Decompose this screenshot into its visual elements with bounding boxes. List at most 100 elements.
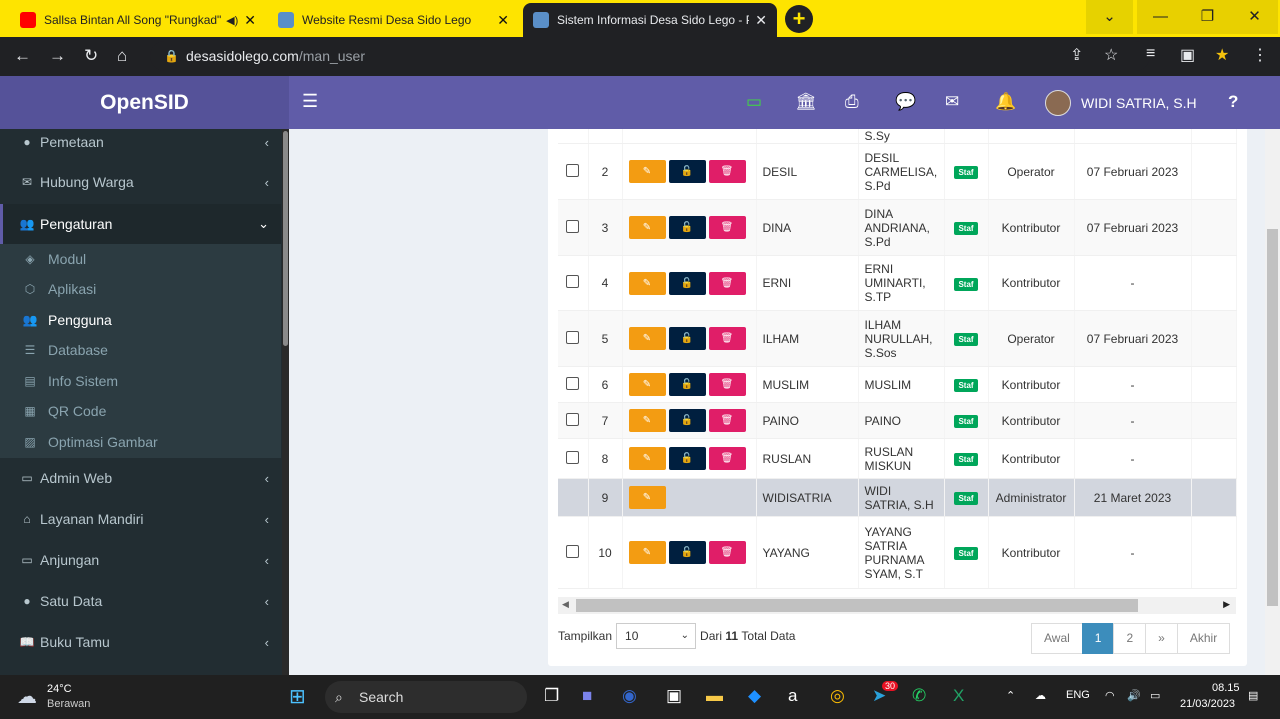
lock-button[interactable]: 🔓 xyxy=(668,447,706,470)
row-checkbox[interactable] xyxy=(566,412,580,426)
edge-icon[interactable]: ◉ xyxy=(622,686,637,706)
lock-button[interactable]: 🔓 xyxy=(668,216,706,239)
delete-button[interactable]: 🗑 xyxy=(708,160,746,183)
dropbox-icon[interactable]: ◆ xyxy=(748,686,761,706)
wifi-icon[interactable]: ◠ xyxy=(1105,689,1115,702)
hamburger-menu-icon[interactable]: ☰ xyxy=(302,91,318,112)
row-checkbox[interactable] xyxy=(566,330,580,344)
close-window-button[interactable]: ✕ xyxy=(1231,0,1278,34)
sidebar-subitem-aplikasi[interactable]: ⬡ Aplikasi xyxy=(0,274,281,304)
store-icon[interactable]: ▣ xyxy=(666,686,682,706)
sidebar-item-hubung-warga[interactable]: ✉ Hubung Warga ‹ xyxy=(0,162,281,202)
delete-button[interactable]: 🗑 xyxy=(708,541,746,564)
lock-button[interactable]: 🔓 xyxy=(668,327,706,350)
clock-date[interactable]: 21/03/2023 xyxy=(1180,698,1235,710)
close-tab-icon[interactable]: ✕ xyxy=(755,12,767,29)
tab-search-icon[interactable]: ⌄ xyxy=(1086,0,1133,34)
chat-icon[interactable]: 💬 xyxy=(895,92,916,112)
scroll-left-icon[interactable]: ◀ xyxy=(562,599,569,610)
chrome-icon[interactable]: ◎ xyxy=(830,686,845,706)
bank-icon[interactable]: 🏛 xyxy=(795,92,817,112)
lock-button[interactable]: 🔓 xyxy=(668,271,706,295)
lock-button[interactable]: 🔓 xyxy=(668,409,706,432)
chevron-up-icon[interactable]: ⌃ xyxy=(1006,689,1015,702)
reload-icon[interactable]: ↻ xyxy=(84,46,98,66)
row-checkbox[interactable] xyxy=(566,163,580,177)
delete-button[interactable]: 🗑 xyxy=(708,271,746,295)
lock-button[interactable]: 🔓 xyxy=(668,541,706,564)
sidebar-item-pemetaan[interactable]: ● Pemetaan ‹ xyxy=(0,129,281,162)
sidebar-subitem-modul[interactable]: ◈ Modul xyxy=(0,244,281,274)
scroll-right-icon[interactable]: ▶ xyxy=(1223,599,1230,610)
sidebar-subitem-qr-code[interactable]: ▦ QR Code xyxy=(0,396,281,426)
sidebar-item-pengaturan[interactable]: 👥 Pengaturan ⌄ xyxy=(0,204,281,244)
forward-icon[interactable]: → xyxy=(49,46,66,66)
sidebar-item-satu-data[interactable]: ● Satu Data ‹ xyxy=(0,581,281,621)
tab-sistem-informasi[interactable]: Sistem Informasi Desa Sido Lego - Penggu… xyxy=(523,3,777,37)
sidebar-item-anjungan[interactable]: ▭ Anjungan ‹ xyxy=(0,540,281,580)
delete-button[interactable]: 🗑 xyxy=(708,216,746,239)
teams-icon[interactable]: ■ xyxy=(582,686,592,706)
row-checkbox[interactable] xyxy=(566,450,580,464)
edit-button[interactable]: ✎ xyxy=(628,271,666,295)
home-icon[interactable]: ⌂ xyxy=(117,46,127,66)
weather-desc[interactable]: Berawan xyxy=(47,698,90,710)
row-checkbox[interactable] xyxy=(566,544,580,558)
row-checkbox[interactable] xyxy=(566,376,580,390)
windows-start-icon[interactable]: ⊞ xyxy=(289,684,306,709)
extension-star-icon[interactable]: ★ xyxy=(1215,45,1229,65)
user-menu[interactable]: WIDI SATRIA, S.H xyxy=(1045,89,1197,116)
page-1[interactable]: 1 xyxy=(1081,623,1115,654)
delete-button[interactable]: 🗑 xyxy=(708,327,746,350)
sidebar-subitem-info-sistem[interactable]: ▤ Info Sistem xyxy=(0,366,281,396)
brand-logo[interactable]: OpenSID xyxy=(0,76,289,129)
amazon-icon[interactable]: a xyxy=(788,686,797,706)
close-tab-icon[interactable]: ✕ xyxy=(244,12,256,29)
sidebar-item-admin-web[interactable]: ▭ Admin Web ‹ xyxy=(0,458,281,498)
restore-button[interactable]: ❐ xyxy=(1184,0,1231,34)
clock-time[interactable]: 08.15 xyxy=(1212,682,1240,694)
sidebar-subitem-optimasi-gambar[interactable]: ▨ Optimasi Gambar xyxy=(0,427,281,457)
lock-button[interactable]: 🔓 xyxy=(668,160,706,183)
battery-icon[interactable]: ▭ xyxy=(746,92,762,112)
share-icon[interactable]: ⇪ xyxy=(1070,45,1083,65)
edit-button[interactable]: ✎ xyxy=(628,486,666,509)
new-tab-button[interactable]: + xyxy=(785,5,813,33)
page-next[interactable]: » xyxy=(1145,623,1178,654)
mail-icon[interactable]: ✉ xyxy=(945,92,959,112)
help-icon[interactable]: ? xyxy=(1228,92,1238,112)
whatsapp-icon[interactable]: ✆ xyxy=(912,686,926,706)
edit-button[interactable]: ✎ xyxy=(628,160,666,183)
delete-button[interactable]: 🗑 xyxy=(708,409,746,432)
close-tab-icon[interactable]: ✕ xyxy=(497,12,509,29)
sidebar-scrollbar[interactable] xyxy=(282,129,289,675)
notification-icon[interactable]: ▤ xyxy=(1248,689,1258,702)
speaker-icon[interactable]: ◀) xyxy=(226,14,238,27)
horizontal-scrollbar[interactable]: ◀ ▶ xyxy=(558,597,1236,614)
edit-button[interactable]: ✎ xyxy=(628,216,666,239)
lock-button[interactable]: 🔓 xyxy=(668,373,706,396)
page-last[interactable]: Akhir xyxy=(1176,623,1231,654)
media-control-icon[interactable]: ≡ xyxy=(1146,45,1155,63)
task-view-icon[interactable]: ❐ xyxy=(544,686,559,706)
taskbar-search[interactable]: ⌕ Search xyxy=(325,681,527,713)
volume-icon[interactable]: 🔊 xyxy=(1127,689,1141,702)
edit-button[interactable]: ✎ xyxy=(628,373,666,396)
bell-icon[interactable]: 🔔 xyxy=(995,92,1016,112)
print-icon[interactable]: ⎙ xyxy=(845,92,859,112)
row-checkbox[interactable] xyxy=(566,275,580,288)
weather-temp[interactable]: 24°C xyxy=(47,683,72,695)
language-indicator[interactable]: ENG xyxy=(1066,689,1090,701)
delete-button[interactable]: 🗑 xyxy=(708,447,746,470)
sidebar-item-layanan-mandiri[interactable]: ⌂ Layanan Mandiri ‹ xyxy=(0,499,281,539)
file-explorer-icon[interactable]: ▬ xyxy=(706,686,723,706)
page-size-select[interactable]: 10 ⌄ xyxy=(616,623,697,649)
sidebar-subitem-pengguna[interactable]: 👥 Pengguna xyxy=(0,305,281,335)
side-panel-icon[interactable]: ▣ xyxy=(1180,45,1195,65)
edit-button[interactable]: ✎ xyxy=(628,327,666,350)
row-checkbox[interactable] xyxy=(566,219,580,233)
excel-icon[interactable]: X xyxy=(953,686,964,706)
onedrive-icon[interactable]: ☁ xyxy=(1035,689,1046,702)
delete-button[interactable]: 🗑 xyxy=(708,373,746,396)
edit-button[interactable]: ✎ xyxy=(628,409,666,432)
